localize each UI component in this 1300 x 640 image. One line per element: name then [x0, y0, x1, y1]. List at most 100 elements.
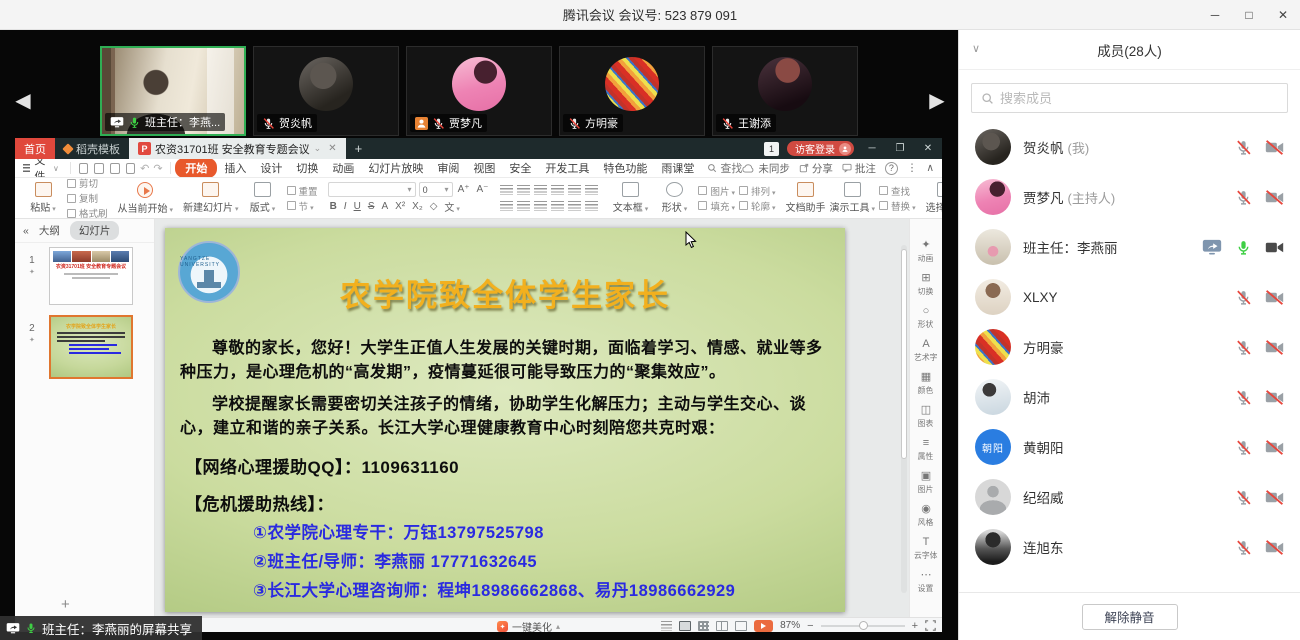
wps-minimize-icon[interactable]: ─: [862, 143, 882, 154]
menu-tab[interactable]: 切换: [289, 159, 325, 178]
indent-icon[interactable]: [551, 185, 564, 195]
number-list-icon[interactable]: [517, 185, 530, 195]
format-painter-button[interactable]: 格式刷: [67, 206, 108, 219]
zoom-in-button[interactable]: +: [912, 620, 918, 632]
save-icon[interactable]: [79, 163, 89, 174]
underline-button[interactable]: U: [352, 201, 363, 212]
member-row[interactable]: 连旭东: [959, 522, 1300, 572]
member-search-box[interactable]: [971, 83, 1288, 113]
slideshow-play-button[interactable]: [754, 620, 773, 632]
print-icon[interactable]: [110, 163, 120, 174]
side-tool-button[interactable]: T 云字体: [913, 536, 939, 568]
sync-status[interactable]: 未同步: [742, 161, 790, 176]
chevron-down-icon[interactable]: ∨: [972, 42, 980, 55]
reading-view-icon[interactable]: [716, 621, 728, 631]
member-row[interactable]: 贾梦凡 (主持人): [959, 172, 1300, 222]
video-strip-next-icon[interactable]: ▶: [926, 88, 948, 113]
zoom-slider[interactable]: [821, 625, 905, 627]
new-slide-button[interactable]: 新建幻灯片: [183, 182, 239, 214]
textbox-button[interactable]: 文本框: [610, 182, 650, 214]
video-tile[interactable]: 王谢添: [712, 46, 858, 136]
text-tool-button[interactable]: 文: [442, 199, 462, 214]
font-size-select[interactable]: 0▾: [419, 182, 453, 197]
slide-canvas[interactable]: YANGTZE UNIVERSITY 农学院致全体学生家长 尊敬的家长，您好！大…: [155, 219, 909, 617]
side-tool-button[interactable]: ⊞ 切换: [917, 272, 934, 304]
section-button[interactable]: 节: [287, 199, 318, 213]
video-tile[interactable]: 班主任：李燕...: [100, 46, 246, 136]
menu-tab[interactable]: 设计: [253, 159, 289, 178]
redo-icon[interactable]: ↷: [153, 162, 162, 175]
wps-close-icon[interactable]: ✕: [918, 143, 938, 154]
menu-tab[interactable]: 开发工具: [538, 159, 596, 178]
add-slide-button[interactable]: +: [61, 596, 70, 613]
canvas-scrollbar[interactable]: [901, 245, 907, 593]
fit-screen-icon[interactable]: [925, 620, 936, 631]
share-button[interactable]: 分享: [799, 161, 833, 176]
wps-home-tab[interactable]: 首页: [15, 138, 55, 159]
side-tool-button[interactable]: ⋯ 设置: [917, 569, 934, 601]
wps-document-tab[interactable]: P 农资31701班 安全教育专题会议 ⌄ ✕: [129, 138, 346, 159]
fill-button[interactable]: 填充: [698, 199, 735, 213]
find-button[interactable]: 查找: [879, 184, 916, 198]
new-tab-button[interactable]: +: [346, 138, 372, 159]
superscript-button[interactable]: X²: [393, 201, 407, 212]
zoom-level[interactable]: 87%: [780, 620, 800, 631]
doc-helper-button[interactable]: 文档助手: [786, 182, 826, 214]
sorter-view-icon[interactable]: [698, 621, 709, 631]
decrease-font-icon[interactable]: A⁻: [475, 184, 491, 195]
menu-tab[interactable]: 开始: [175, 159, 217, 178]
align-right-icon[interactable]: [534, 201, 547, 211]
selection-pane-button[interactable]: 选择窗格: [926, 182, 942, 214]
side-tool-button[interactable]: ▦ 颜色: [917, 371, 934, 403]
member-row[interactable]: 纪绍威: [959, 472, 1300, 522]
member-row[interactable]: 贺炎帆 (我): [959, 122, 1300, 172]
unmute-button[interactable]: 解除静音: [1082, 604, 1178, 630]
video-tile[interactable]: 贺炎帆: [253, 46, 399, 136]
more-icon[interactable]: ⋮: [907, 162, 918, 174]
close-button[interactable]: ✕: [1266, 0, 1300, 30]
menu-tab[interactable]: 安全: [502, 159, 538, 178]
maximize-button[interactable]: □: [1232, 0, 1266, 30]
arrange-button[interactable]: 排列: [739, 184, 776, 198]
play-from-current-button[interactable]: 从当前开始: [118, 182, 174, 215]
cut-button[interactable]: 剪切: [67, 178, 108, 190]
preview-icon[interactable]: [126, 163, 136, 174]
member-row[interactable]: 胡沛: [959, 372, 1300, 422]
menu-tab[interactable]: 插入: [217, 159, 253, 178]
member-row[interactable]: XLXY: [959, 272, 1300, 322]
slideshow-view-icon[interactable]: [735, 621, 747, 631]
notification-badge[interactable]: 1: [764, 142, 779, 156]
reset-button[interactable]: 重置: [287, 184, 318, 198]
beautify-button[interactable]: ✦ 一键美化 ▴: [497, 619, 560, 634]
menu-tab[interactable]: 特色功能: [596, 159, 654, 178]
justify-icon[interactable]: [551, 201, 564, 211]
minimize-button[interactable]: ─: [1198, 0, 1232, 30]
help-icon[interactable]: ?: [885, 162, 898, 175]
clear-format-button[interactable]: ◇: [428, 201, 440, 212]
zoom-slider-knob[interactable]: [859, 621, 868, 630]
member-row[interactable]: 班主任：李燕丽: [959, 222, 1300, 272]
smart-align-icon[interactable]: [585, 201, 598, 211]
export-icon[interactable]: [94, 163, 104, 174]
side-tool-button[interactable]: ✦ 动画: [917, 239, 934, 271]
layout-button[interactable]: 版式: [243, 182, 283, 214]
guest-login-button[interactable]: 访客登录: [787, 141, 854, 156]
side-tool-button[interactable]: A 艺术字: [913, 338, 939, 370]
video-strip-prev-icon[interactable]: ◀: [12, 88, 34, 113]
zoom-out-button[interactable]: −: [807, 620, 813, 632]
side-tool-button[interactable]: ▣ 图片: [917, 470, 934, 502]
copy-button[interactable]: 复制: [67, 191, 108, 205]
comment-button[interactable]: 批注: [842, 161, 876, 176]
menu-tab[interactable]: 雨课堂: [654, 159, 701, 178]
panel-collapse-icon[interactable]: «: [23, 225, 29, 237]
text-direction-icon[interactable]: [585, 185, 598, 195]
video-tile[interactable]: 贾梦凡: [406, 46, 552, 136]
present-tools-button[interactable]: 演示工具: [830, 182, 876, 214]
close-tab-icon[interactable]: ✕: [328, 143, 336, 154]
member-row[interactable]: 朝阳 黄朝阳: [959, 422, 1300, 472]
notes-icon[interactable]: [661, 621, 672, 631]
side-tool-button[interactable]: ◉ 风格: [917, 503, 934, 535]
font-color-button[interactable]: A: [379, 201, 390, 212]
tab-slides[interactable]: 幻灯片: [70, 221, 120, 240]
bold-button[interactable]: B: [328, 201, 339, 212]
